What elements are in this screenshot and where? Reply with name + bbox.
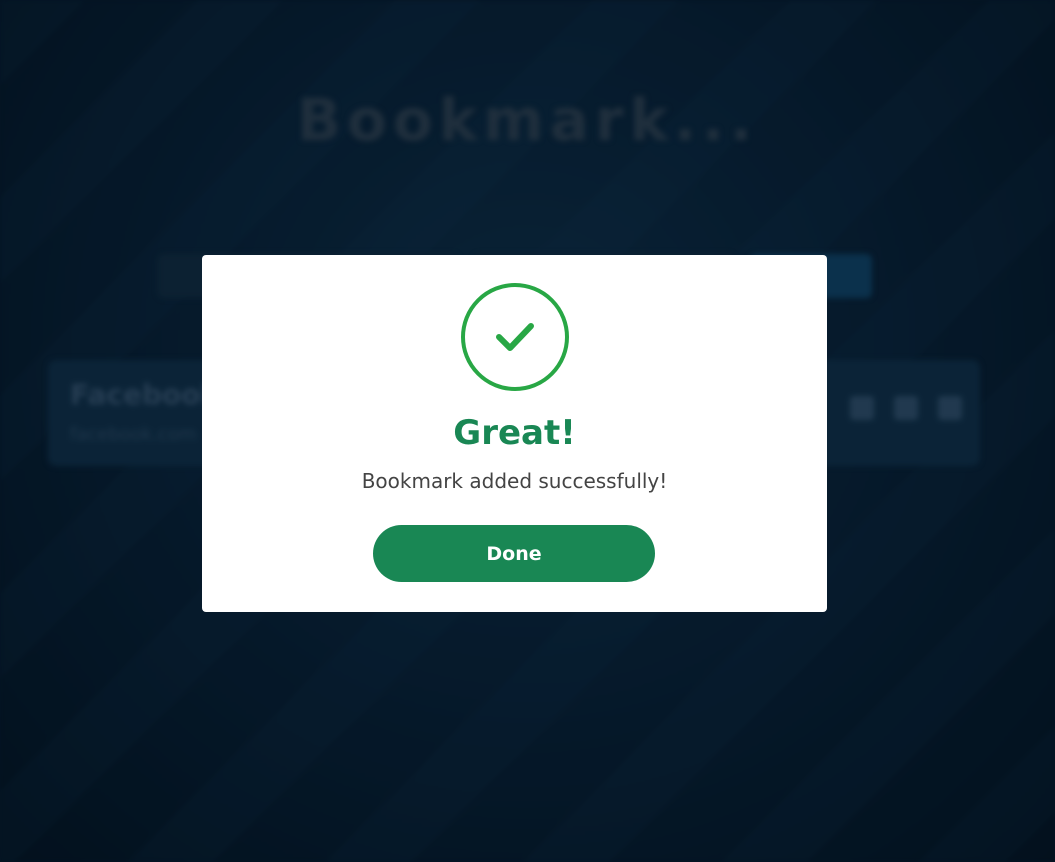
check-circle-icon	[461, 283, 569, 391]
dialog-title: Great!	[453, 413, 576, 453]
dialog-message: Bookmark added successfully!	[361, 469, 668, 493]
checkmark-icon	[496, 323, 534, 351]
done-button[interactable]: Done	[373, 525, 655, 582]
success-dialog: Great! Bookmark added successfully! Done	[202, 255, 827, 612]
